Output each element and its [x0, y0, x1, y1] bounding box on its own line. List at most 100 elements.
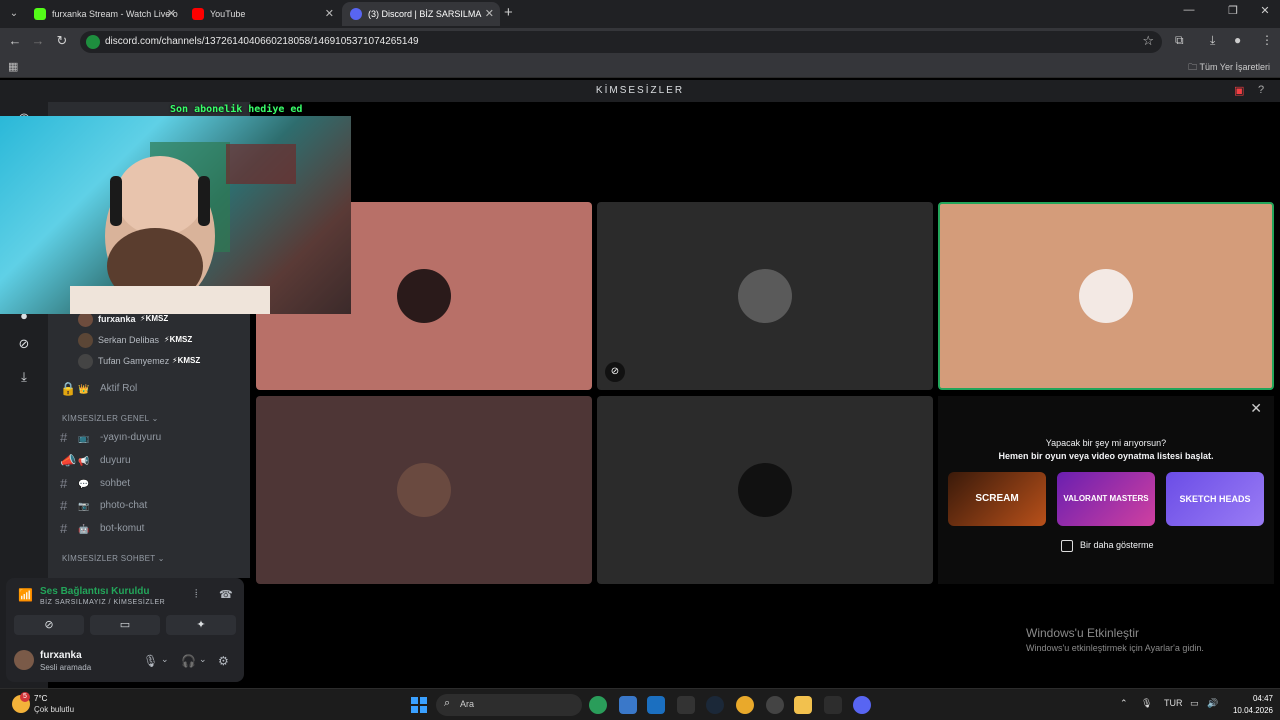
- back-icon[interactable]: ←: [6, 33, 24, 48]
- camera-off-icon: ⊘: [605, 362, 625, 382]
- close-icon[interactable]: ✕: [485, 2, 494, 26]
- microphone-tray-icon[interactable]: 🎙: [1141, 698, 1152, 709]
- discord-taskbar-icon[interactable]: [853, 696, 871, 714]
- minimize-icon[interactable]: —: [1174, 4, 1204, 16]
- camera-toggle-button[interactable]: ⊘: [14, 615, 84, 635]
- taskbar-search[interactable]: ⌕ Ara: [436, 694, 582, 716]
- channel-name: sohbet: [100, 478, 131, 489]
- headphones-icon[interactable]: 🎧: [181, 654, 196, 668]
- tab-discord[interactable]: (3) Discord | BİZ SARSILMA ✕: [342, 2, 500, 26]
- avatar: [397, 269, 451, 323]
- hash-icon: #: [60, 521, 68, 536]
- steam-icon[interactable]: [706, 696, 724, 714]
- edge-icon[interactable]: [589, 696, 607, 714]
- category-sohbet[interactable]: KİMSESİZLER SOHBET ⌄: [62, 554, 165, 563]
- game-card-scream[interactable]: SCREAM: [948, 472, 1046, 526]
- video-tile-speaking[interactable]: [938, 202, 1274, 390]
- epic-games-icon[interactable]: [677, 696, 695, 714]
- chevron-down-icon[interactable]: ⌄: [199, 654, 207, 665]
- tab-youtube[interactable]: YouTube ✕: [184, 2, 340, 26]
- chrome-icon[interactable]: [736, 696, 754, 714]
- window-close-icon[interactable]: ✕: [1250, 4, 1280, 17]
- game-title: SKETCH HEADS: [1179, 494, 1251, 504]
- download-icon[interactable]: ⤓: [1210, 33, 1215, 48]
- outlook-icon[interactable]: [647, 696, 665, 714]
- voice-channel-path[interactable]: BİZ SARSILMAYIZ / KİMSESİZLER: [40, 599, 165, 606]
- game-card-sketch-heads[interactable]: SKETCH HEADS: [1166, 472, 1264, 526]
- network-icon[interactable]: ▭: [1190, 698, 1199, 709]
- restore-icon[interactable]: ❐: [1218, 4, 1248, 17]
- microphone-icon[interactable]: 🎙: [143, 654, 158, 668]
- tab-search-chevron-icon[interactable]: ⌄: [4, 5, 24, 23]
- channel-emoji: 📢: [78, 456, 90, 466]
- disconnect-icon[interactable]: ☎: [219, 588, 233, 601]
- channel-emoji: 📺: [78, 433, 90, 443]
- clock-time[interactable]: 04:47: [1229, 694, 1273, 703]
- chevron-up-icon[interactable]: ⌃: [1120, 698, 1128, 709]
- chevron-down-icon[interactable]: ⌄: [161, 654, 169, 665]
- video-tile[interactable]: [597, 396, 933, 584]
- noise-suppression-icon[interactable]: ⦙: [195, 588, 197, 601]
- profile-avatar[interactable]: ●: [1234, 33, 1241, 47]
- download-apps-icon[interactable]: ⤓: [10, 363, 38, 391]
- site-info-icon[interactable]: [86, 35, 100, 49]
- game-card-valorant[interactable]: VALORANT MASTERS: [1057, 472, 1155, 526]
- channel-sohbet[interactable]: # 💬 sohbet: [58, 473, 243, 495]
- channel-name: bot-komut: [100, 523, 145, 534]
- dont-show-checkbox[interactable]: [1061, 540, 1073, 552]
- volume-icon[interactable]: 🔊: [1207, 698, 1218, 709]
- all-bookmarks-link[interactable]: 🗀 Tüm Yer İşaretleri: [1188, 60, 1270, 76]
- channel-duyuru[interactable]: 📣 📢 duyuru: [58, 450, 243, 472]
- avatar: [1079, 269, 1133, 323]
- search-icon: ⌕: [444, 697, 451, 709]
- folder-icon: 🗀: [1188, 62, 1198, 72]
- apps-grid-icon[interactable]: ▦: [8, 60, 18, 73]
- notepad-icon[interactable]: [824, 696, 842, 714]
- file-explorer-icon[interactable]: [794, 696, 812, 714]
- avatar: [78, 333, 93, 348]
- close-icon[interactable]: ✕: [325, 2, 334, 26]
- weather-description: Çok bulutlu: [34, 705, 75, 714]
- reload-icon[interactable]: ↻: [53, 33, 71, 49]
- voice-status: Ses Bağlantısı Kuruldu: [40, 586, 150, 597]
- dont-show-label: Bir daha gösterme: [1080, 540, 1154, 550]
- close-icon[interactable]: ✕: [1250, 400, 1262, 417]
- channel-photo-chat[interactable]: # 📷 photo-chat: [58, 495, 243, 517]
- address-bar[interactable]: discord.com/channels/1372614040660218058…: [80, 31, 1162, 53]
- inbox-icon[interactable]: ▣: [1234, 84, 1244, 97]
- channel-yayin-duyuru[interactable]: # 📺 -yayın-duyuru: [58, 427, 243, 449]
- discord-icon: [350, 8, 362, 20]
- avatar[interactable]: [14, 650, 34, 670]
- help-icon[interactable]: ?: [1258, 84, 1264, 96]
- discover-compass-icon[interactable]: ⊘: [10, 330, 38, 358]
- channel-aktif-rol[interactable]: 🔒 👑 Aktif Rol: [58, 378, 243, 400]
- forward-icon[interactable]: →: [29, 33, 47, 48]
- signal-icon[interactable]: 📶: [18, 588, 33, 602]
- close-icon[interactable]: ✕: [167, 2, 176, 26]
- video-tile[interactable]: ⊘: [597, 202, 933, 390]
- avatar: [738, 269, 792, 323]
- webcam-overlay: [0, 116, 351, 314]
- app-store-icon[interactable]: [619, 696, 637, 714]
- channel-bot-komut[interactable]: # 🤖 bot-komut: [58, 518, 243, 540]
- browser-tab-bar: ⌄ furxanka Stream - Watch Live o ✕ YouTu…: [0, 0, 1280, 28]
- screen-share-button[interactable]: ▭: [90, 615, 160, 635]
- video-tile[interactable]: [256, 396, 592, 584]
- browser-toolbar: ← → ↻ discord.com/channels/1372614040660…: [0, 28, 1280, 56]
- settings-gear-icon[interactable]: ⚙: [218, 654, 229, 668]
- menu-dots-icon[interactable]: ⋮: [1261, 33, 1273, 47]
- tab-kick-stream[interactable]: furxanka Stream - Watch Live o ✕: [26, 2, 182, 26]
- hash-icon: #: [60, 430, 68, 445]
- category-general[interactable]: KİMSESİZLER GENEL ⌄: [62, 414, 159, 423]
- windows-start-icon[interactable]: [411, 697, 427, 713]
- new-tab-button[interactable]: +: [504, 4, 513, 21]
- activities-button[interactable]: ✦: [166, 615, 236, 635]
- youtube-icon: [192, 8, 204, 20]
- clock-date[interactable]: 10.04.2026: [1221, 706, 1273, 715]
- windows-taskbar: 5 7°C Çok bulutlu ⌕ Ara ⌃ 🎙 TUR ▭ 🔊 04:4…: [0, 688, 1280, 720]
- extensions-icon[interactable]: ⧉: [1175, 33, 1184, 48]
- bookmark-star-icon[interactable]: ☆: [1142, 33, 1154, 49]
- language-indicator[interactable]: TUR: [1164, 698, 1183, 708]
- notification-badge: 5: [20, 692, 30, 702]
- app-icon[interactable]: [766, 696, 784, 714]
